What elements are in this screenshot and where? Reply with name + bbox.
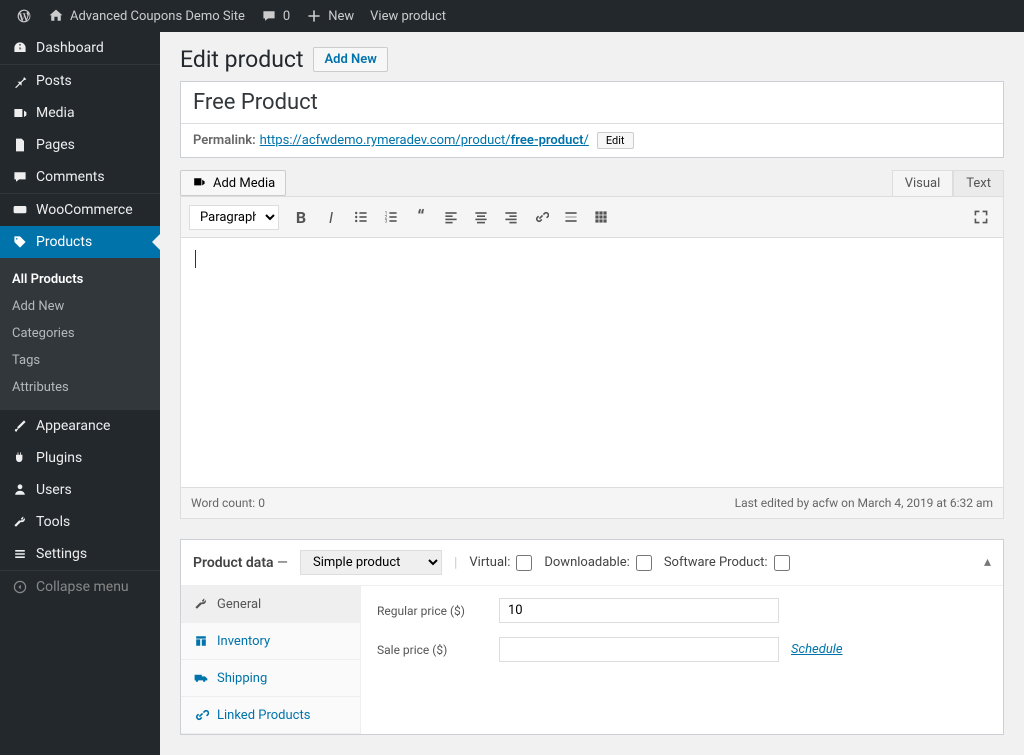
last-edited: Last edited by acfw on March 4, 2019 at … (735, 496, 993, 510)
page-icon (12, 137, 28, 153)
virtual-checkbox[interactable] (516, 555, 532, 571)
add-media-button[interactable]: Add Media (180, 170, 286, 196)
sidebar-item-media[interactable]: Media (0, 97, 160, 129)
permalink-row: Permalink: https://acfwdemo.rymeradev.co… (181, 124, 1003, 157)
link-button[interactable] (527, 203, 555, 231)
comments-link[interactable]: 0 (253, 0, 298, 32)
regular-price-input[interactable] (499, 598, 779, 623)
sidebar-item-appearance[interactable]: Appearance (0, 410, 160, 442)
software-checkbox[interactable] (774, 555, 790, 571)
tab-general[interactable]: General (181, 586, 360, 623)
sidebar-item-pages[interactable]: Pages (0, 129, 160, 161)
align-right-button[interactable] (497, 203, 525, 231)
sidebar-item-products[interactable]: Products (0, 226, 160, 258)
page-title: Edit product (180, 46, 303, 73)
product-data-panel: Product data — Simple product | Virtual:… (180, 539, 1004, 735)
align-left-button[interactable] (437, 203, 465, 231)
text-cursor (195, 250, 196, 268)
admin-topbar: Advanced Coupons Demo Site 0 New View pr… (0, 0, 1024, 32)
bold-button[interactable]: B (287, 203, 315, 231)
plugin-icon (12, 450, 28, 466)
plus-icon (306, 8, 322, 24)
wp-logo[interactable] (8, 0, 40, 32)
numbered-list-button[interactable]: 123 (377, 203, 405, 231)
wrench-icon (193, 596, 209, 612)
svg-text:3: 3 (385, 219, 388, 225)
submenu-categories[interactable]: Categories (0, 320, 160, 347)
format-select[interactable]: Paragraph (189, 205, 279, 230)
product-type-select[interactable]: Simple product (300, 550, 442, 575)
comment-icon (261, 8, 277, 24)
main-content: Edit product Add New Permalink: https://… (160, 32, 1024, 755)
align-center-button[interactable] (467, 203, 495, 231)
panel-toggle[interactable]: ▴ (984, 554, 991, 570)
product-data-tabs: General Inventory Shipping Linked Produc… (181, 586, 361, 734)
bullet-list-button[interactable] (347, 203, 375, 231)
admin-sidebar: Dashboard Posts Media Pages Comments Woo… (0, 32, 160, 755)
submenu-tags[interactable]: Tags (0, 347, 160, 374)
tab-linked[interactable]: Linked Products (181, 697, 360, 734)
media-icon (12, 105, 28, 121)
regular-price-label: Regular price ($) (377, 604, 487, 618)
sale-price-input[interactable] (499, 637, 779, 662)
dashboard-icon (12, 40, 28, 56)
wrench-icon (12, 514, 28, 530)
edit-permalink-button[interactable]: Edit (597, 132, 634, 149)
editor-toolbar: Paragraph B I 123 “ (180, 196, 1004, 238)
new-label: New (328, 9, 354, 24)
tab-text[interactable]: Text (953, 170, 1004, 196)
new-link[interactable]: New (298, 0, 362, 32)
collapse-menu[interactable]: Collapse menu (0, 571, 160, 603)
editor-footer: Word count: 0 Last edited by acfw on Mar… (180, 488, 1004, 519)
tab-inventory[interactable]: Inventory (181, 623, 360, 660)
submenu-add-new[interactable]: Add New (0, 293, 160, 320)
link-icon (193, 707, 209, 723)
truck-icon (193, 670, 209, 686)
media-button-icon (191, 175, 207, 191)
products-submenu: All Products Add New Categories Tags Att… (0, 258, 160, 409)
site-link[interactable]: Advanced Coupons Demo Site (40, 0, 253, 32)
sidebar-item-comments[interactable]: Comments (0, 161, 160, 193)
wordpress-icon (16, 8, 32, 24)
sidebar-item-woocommerce[interactable]: WooCommerce (0, 194, 160, 226)
fullscreen-button[interactable] (967, 203, 995, 231)
submenu-attributes[interactable]: Attributes (0, 374, 160, 401)
site-name: Advanced Coupons Demo Site (70, 9, 245, 24)
settings-icon (12, 546, 28, 562)
tab-shipping[interactable]: Shipping (181, 660, 360, 697)
product-title-input[interactable] (181, 82, 1003, 124)
tab-visual[interactable]: Visual (892, 170, 954, 196)
home-icon (48, 8, 64, 24)
user-icon (12, 482, 28, 498)
permalink-link[interactable]: https://acfwdemo.rymeradev.com/product/f… (260, 133, 589, 148)
brush-icon (12, 418, 28, 434)
sidebar-item-plugins[interactable]: Plugins (0, 442, 160, 474)
comments-count: 0 (283, 9, 290, 24)
view-product-link[interactable]: View product (362, 0, 454, 32)
sidebar-item-dashboard[interactable]: Dashboard (0, 32, 160, 64)
collapse-icon (12, 579, 28, 595)
products-icon (12, 234, 28, 250)
sidebar-item-users[interactable]: Users (0, 474, 160, 506)
comments-icon (12, 169, 28, 185)
submenu-all-products[interactable]: All Products (0, 266, 160, 293)
sidebar-item-posts[interactable]: Posts (0, 65, 160, 97)
inventory-icon (193, 633, 209, 649)
sale-price-label: Sale price ($) (377, 643, 487, 657)
woocommerce-icon (12, 202, 28, 218)
sidebar-item-tools[interactable]: Tools (0, 506, 160, 538)
word-count: 0 (258, 496, 265, 510)
quote-button[interactable]: “ (407, 203, 435, 231)
add-new-button[interactable]: Add New (313, 47, 387, 72)
pin-icon (12, 73, 28, 89)
title-box: Permalink: https://acfwdemo.rymeradev.co… (180, 81, 1004, 158)
italic-button[interactable]: I (317, 203, 345, 231)
general-panel: Regular price ($) Sale price ($) Schedul… (361, 586, 1003, 734)
insert-more-button[interactable] (557, 203, 585, 231)
schedule-link[interactable]: Schedule (791, 642, 843, 657)
toolbar-toggle-button[interactable] (587, 203, 615, 231)
sidebar-item-settings[interactable]: Settings (0, 538, 160, 570)
editor-textarea[interactable] (180, 238, 1004, 488)
downloadable-checkbox[interactable] (636, 555, 652, 571)
